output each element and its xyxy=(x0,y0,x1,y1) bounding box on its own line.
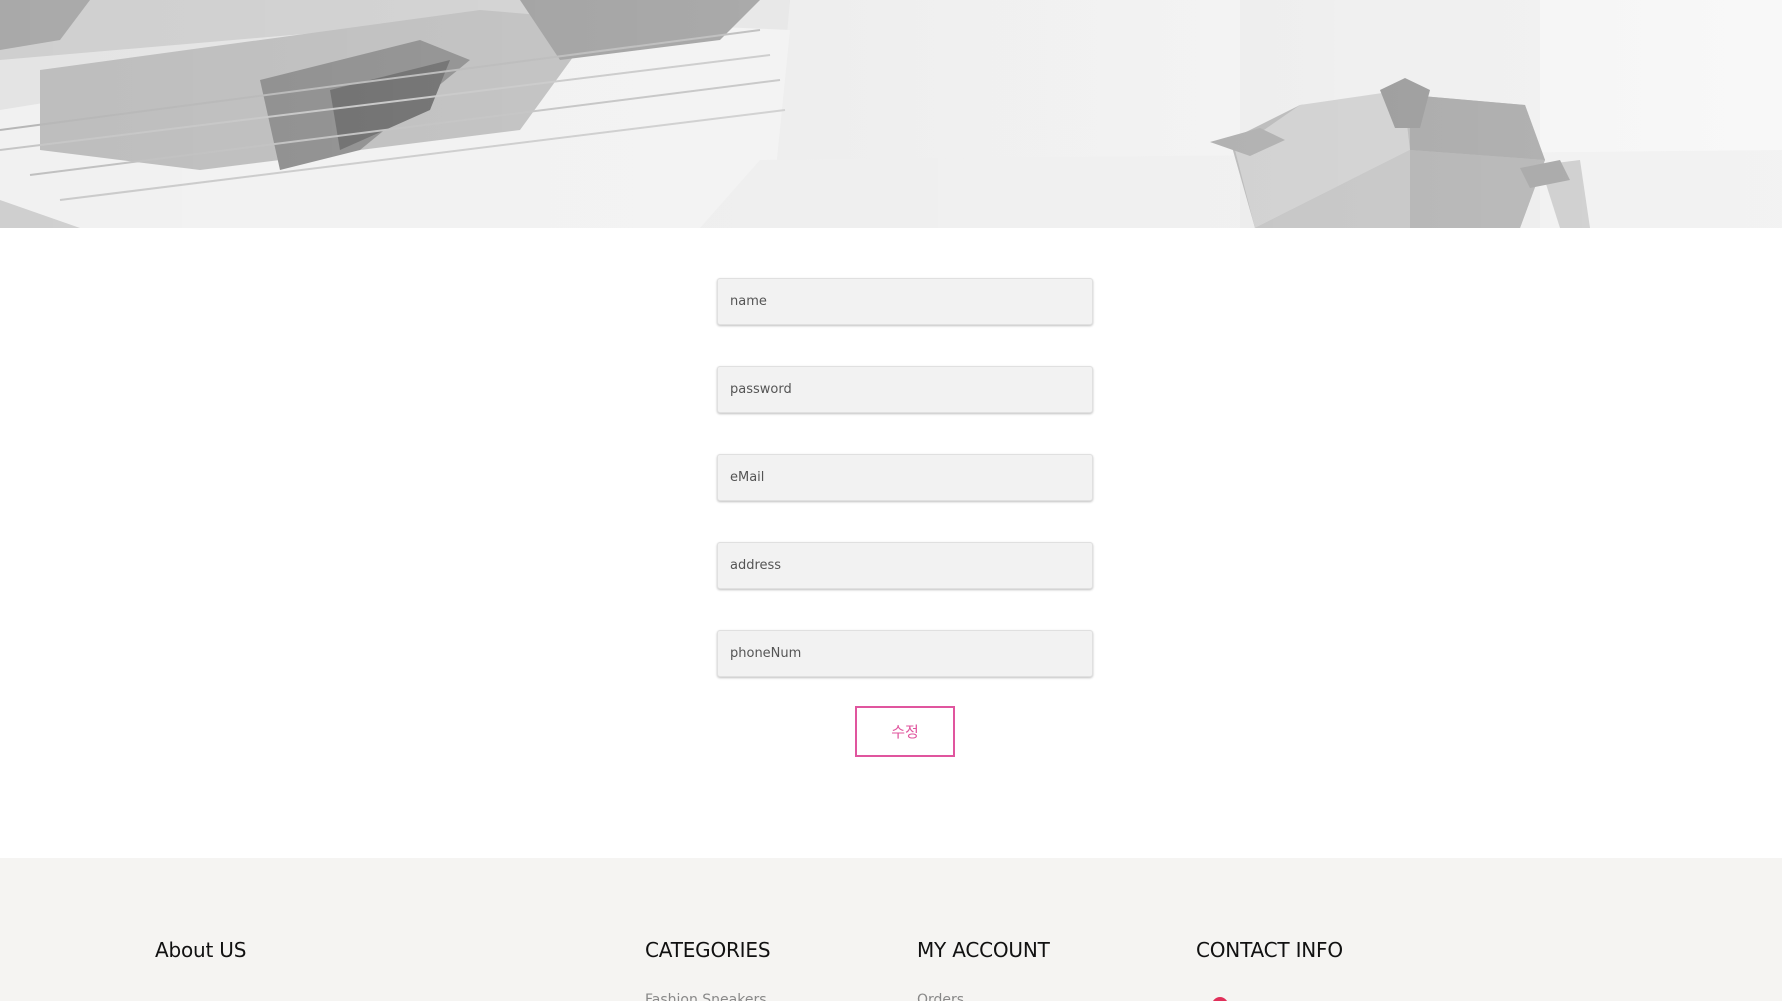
footer-orders-link[interactable]: Orders xyxy=(917,992,964,1001)
footer-account-heading: MY ACCOUNT xyxy=(917,938,1050,962)
footer-about-heading: About US xyxy=(155,938,247,962)
password-input[interactable] xyxy=(717,366,1093,413)
footer-category-link[interactable]: Fashion Sneakers xyxy=(645,992,767,1001)
edit-submit-button[interactable]: 수정 xyxy=(855,706,955,757)
address-input[interactable] xyxy=(717,542,1093,589)
footer-about-column: About US xyxy=(155,938,246,962)
footer-contact-heading: CONTACT INFO xyxy=(1196,938,1343,962)
footer-categories-heading: CATEGORIES xyxy=(645,938,771,962)
site-footer: About US CATEGORIES Fashion Sneakers MY … xyxy=(0,858,1782,1001)
phone-number-input[interactable] xyxy=(717,630,1093,677)
name-input[interactable] xyxy=(717,278,1093,325)
footer-account-column: MY ACCOUNT xyxy=(917,938,1050,962)
footer-categories-column: CATEGORIES xyxy=(645,938,771,962)
edit-profile-form: 수정 xyxy=(717,278,1093,757)
email-input[interactable] xyxy=(717,454,1093,501)
footer-contact-column: CONTACT INFO xyxy=(1196,938,1343,962)
hero-banner-image xyxy=(0,0,1782,228)
location-pin-icon xyxy=(1212,997,1228,1001)
